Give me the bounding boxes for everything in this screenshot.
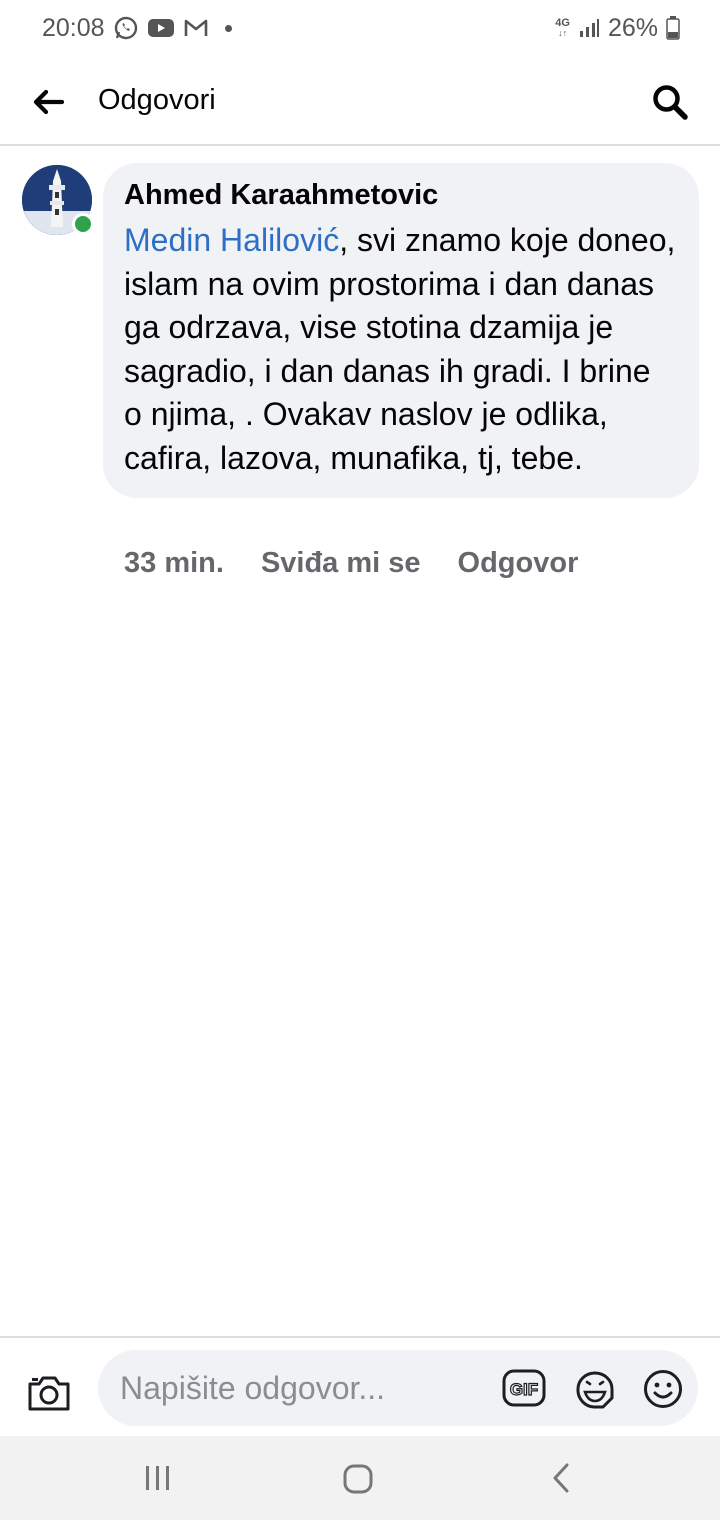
status-left: 20:08: [42, 14, 232, 43]
camera-icon: [28, 1376, 70, 1411]
network-type: 4G ↓↑: [555, 17, 570, 39]
comment-text: Medin Halilović, svi znamo koje doneo, i…: [124, 219, 677, 480]
system-nav-bar: [0, 1436, 720, 1520]
emoji-icon: [644, 1370, 682, 1408]
search-button[interactable]: [648, 80, 692, 124]
mention-link[interactable]: Medin Halilović: [124, 222, 339, 258]
status-right: 4G ↓↑ 26%: [555, 14, 680, 43]
like-button[interactable]: Sviđa mi se: [261, 547, 421, 580]
battery-icon: [666, 16, 680, 40]
avatar-wrapper[interactable]: [22, 165, 94, 235]
chevron-left-icon: [553, 1463, 569, 1493]
recent-apps-icon: [146, 1466, 169, 1490]
back-button[interactable]: [28, 82, 68, 122]
notification-dot-icon: [224, 24, 232, 32]
whatsapp-icon: [113, 15, 139, 41]
comment-author[interactable]: Ahmed Karaahmetovic: [124, 177, 677, 213]
sticker-button[interactable]: [572, 1368, 616, 1410]
search-icon: [653, 85, 688, 120]
reply-input[interactable]: [120, 1350, 490, 1426]
gif-icon: GIF: [502, 1369, 546, 1407]
reply-field: GIF: [98, 1350, 698, 1426]
comment-timestamp[interactable]: 33 min.: [124, 547, 224, 580]
gif-label: GIF: [510, 1380, 538, 1399]
comment-actions: 33 min. Sviđa mi se Odgovor: [124, 547, 578, 580]
arrow-left-icon: [33, 89, 64, 115]
status-bar: 20:08 4G ↓↑ 26%: [0, 0, 720, 56]
recent-apps-button[interactable]: [143, 1464, 173, 1492]
reply-button[interactable]: Odgovor: [458, 547, 579, 580]
system-back-button[interactable]: [548, 1462, 574, 1494]
online-status-indicator: [72, 213, 94, 235]
gmail-icon: [183, 17, 209, 39]
reply-bar: GIF: [0, 1336, 720, 1436]
camera-button[interactable]: [26, 1372, 72, 1414]
signal-icon: [578, 17, 600, 39]
youtube-icon: [147, 17, 175, 39]
page-title: Odgovori: [98, 84, 216, 116]
comment-body: , svi znamo koje doneo, islam na ovim pr…: [124, 222, 676, 476]
app-bar: Odgovori: [0, 56, 720, 146]
home-button[interactable]: [342, 1463, 374, 1495]
battery-percent: 26%: [607, 13, 658, 42]
home-icon: [343, 1464, 373, 1494]
gif-button[interactable]: GIF: [502, 1368, 546, 1408]
status-time: 20:08: [42, 13, 105, 42]
emoji-button[interactable]: [642, 1368, 684, 1410]
sticker-icon: [576, 1371, 614, 1409]
comment-bubble[interactable]: Ahmed Karaahmetovic Medin Halilović, svi…: [103, 163, 699, 498]
